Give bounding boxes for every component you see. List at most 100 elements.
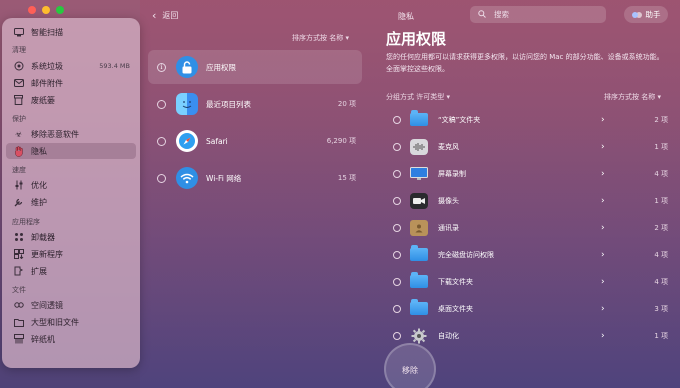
permission-row-microphone[interactable]: 麦克风 › 1 项 bbox=[386, 133, 668, 160]
permission-row-full-disk-access[interactable]: 完全磁盘访问权限 › 4 项 bbox=[386, 241, 668, 268]
screen-recording-icon bbox=[410, 166, 428, 182]
permission-row-documents[interactable]: “文稿”文件夹 › 2 项 bbox=[386, 106, 668, 133]
zoom-window-button[interactable] bbox=[56, 6, 64, 14]
chevron-right-icon[interactable]: › bbox=[601, 331, 605, 341]
checkbox[interactable] bbox=[393, 196, 401, 205]
sidebar-item-trash[interactable]: 废纸篓 bbox=[6, 92, 136, 108]
sidebar-item-mail-attachments[interactable]: 邮件附件 bbox=[6, 75, 136, 91]
chevron-right-icon[interactable]: › bbox=[601, 223, 605, 233]
checkbox[interactable] bbox=[393, 169, 401, 178]
list-item-app-permissions[interactable]: i 应用权限 bbox=[148, 50, 362, 84]
checkbox[interactable] bbox=[393, 223, 401, 232]
space-lens-icon bbox=[13, 300, 24, 311]
sidebar-item-optimization[interactable]: 优化 bbox=[6, 177, 136, 193]
info-icon[interactable]: i bbox=[157, 62, 166, 72]
checkbox[interactable] bbox=[393, 250, 401, 259]
wifi-icon bbox=[176, 167, 198, 189]
permission-row-downloads[interactable]: 下载文件夹 › 4 项 bbox=[386, 268, 668, 295]
sidebar-item-shredder[interactable]: 碎纸机 bbox=[6, 331, 136, 347]
right-sort-dropdown[interactable]: 排序方式按 名称 ▾ bbox=[604, 92, 661, 102]
checkbox[interactable] bbox=[393, 331, 401, 340]
sidebar-item-smart-scan[interactable]: 智能扫描 bbox=[6, 24, 136, 40]
mail-icon bbox=[13, 78, 24, 89]
chevron-right-icon[interactable]: › bbox=[601, 277, 605, 287]
checkbox[interactable] bbox=[393, 304, 401, 313]
sidebar-item-maintenance[interactable]: 维护 bbox=[6, 194, 136, 210]
sidebar-item-label: 废纸篓 bbox=[31, 95, 55, 105]
middle-sort-dropdown[interactable]: 排序方式按 名称 ▾ bbox=[292, 33, 349, 43]
chevron-right-icon[interactable]: › bbox=[601, 250, 605, 260]
bin-icon bbox=[13, 95, 24, 106]
sidebar-item-malware-removal[interactable]: ☣ 移除恶意软件 bbox=[6, 126, 136, 142]
checkbox[interactable] bbox=[393, 277, 401, 286]
sidebar-section-speed: 速度 bbox=[12, 166, 26, 174]
monitor-icon bbox=[13, 27, 24, 38]
permission-row-contacts[interactable]: 通讯录 › 2 项 bbox=[386, 214, 668, 241]
permission-label: 通讯录 bbox=[438, 223, 459, 232]
chevron-right-icon[interactable]: › bbox=[601, 142, 605, 152]
finder-icon bbox=[176, 93, 198, 115]
list-item-count: 6,290 项 bbox=[326, 137, 356, 145]
list-item-wifi[interactable]: Wi-Fi 网络 15 项 bbox=[148, 161, 362, 195]
sidebar-item-privacy[interactable]: 隐私 bbox=[6, 143, 136, 159]
checkbox[interactable] bbox=[157, 173, 166, 183]
list-item-count: 20 项 bbox=[337, 100, 356, 108]
sidebar-item-large-old-files[interactable]: 大型和旧文件 bbox=[6, 314, 136, 330]
search-placeholder: 搜索 bbox=[494, 10, 509, 19]
sidebar-item-space-lens[interactable]: 空间透镜 bbox=[6, 297, 136, 313]
list-item-safari[interactable]: Safari 6,290 项 bbox=[148, 124, 362, 158]
permission-row-automation[interactable]: 自动化 › 1 项 bbox=[386, 322, 668, 349]
permission-label: 桌面文件夹 bbox=[438, 304, 473, 313]
chevron-right-icon[interactable]: › bbox=[601, 304, 605, 314]
checkbox[interactable] bbox=[393, 142, 401, 151]
minimize-window-button[interactable] bbox=[42, 6, 50, 14]
camera-icon bbox=[410, 192, 428, 209]
extensions-icon bbox=[13, 266, 24, 277]
close-window-button[interactable] bbox=[28, 6, 36, 14]
sidebar-item-extensions[interactable]: 扩展 bbox=[6, 263, 136, 279]
window-controls bbox=[28, 6, 64, 14]
uninstaller-icon bbox=[13, 232, 24, 243]
list-item-recent-items[interactable]: 最近项目列表 20 项 bbox=[148, 87, 362, 121]
folder-icon bbox=[410, 272, 428, 290]
sidebar-section-protection: 保护 bbox=[12, 115, 26, 123]
sidebar-item-label: 扩展 bbox=[31, 266, 47, 276]
sidebar-section-cleanup: 清理 bbox=[12, 46, 26, 54]
assistant-button[interactable]: 助手 bbox=[624, 6, 668, 23]
system-junk-size: 593.4 MB bbox=[99, 62, 130, 70]
back-label: 返回 bbox=[162, 11, 179, 20]
list-item-count: 15 项 bbox=[337, 174, 356, 182]
list-item-label: Wi-Fi 网络 bbox=[206, 173, 242, 183]
permission-row-desktop[interactable]: 桌面文件夹 › 3 项 bbox=[386, 295, 668, 322]
search-input[interactable]: 搜索 bbox=[470, 6, 606, 23]
wrench-icon bbox=[13, 197, 24, 208]
chevron-right-icon[interactable]: › bbox=[601, 169, 605, 179]
sidebar-item-uninstaller[interactable]: 卸载器 bbox=[6, 229, 136, 245]
sidebar-item-label: 智能扫描 bbox=[31, 27, 63, 37]
biohazard-icon: ☣ bbox=[14, 129, 23, 139]
chevron-right-icon[interactable]: › bbox=[601, 196, 605, 206]
permission-label: “文稿”文件夹 bbox=[438, 115, 481, 124]
remove-label: 移除 bbox=[402, 366, 418, 375]
group-by-dropdown[interactable]: 分组方式 许可类型 ▾ bbox=[386, 92, 450, 102]
permission-label: 摄像头 bbox=[438, 196, 459, 205]
search-icon bbox=[478, 9, 486, 20]
sidebar-item-updater[interactable]: 更新程序 bbox=[6, 246, 136, 262]
permission-row-camera[interactable]: 摄像头 › 1 项 bbox=[386, 187, 668, 214]
updater-icon bbox=[13, 249, 24, 260]
permission-count: 4 项 bbox=[654, 250, 668, 259]
permission-count: 2 项 bbox=[654, 115, 668, 124]
remove-button[interactable]: 移除 bbox=[384, 343, 436, 388]
permission-label: 屏幕录制 bbox=[438, 169, 466, 178]
sidebar-item-system-junk[interactable]: 系统垃圾 593.4 MB bbox=[6, 58, 136, 74]
checkbox[interactable] bbox=[157, 99, 166, 109]
checkbox[interactable] bbox=[157, 136, 166, 146]
assistant-label: 助手 bbox=[645, 10, 661, 19]
sidebar-item-label: 维护 bbox=[31, 197, 47, 207]
sidebar-item-label: 更新程序 bbox=[31, 249, 63, 259]
checkbox[interactable] bbox=[393, 115, 401, 124]
app-window: 智能扫描 清理 系统垃圾 593.4 MB 邮件附件 废纸篓 保护 ☣ 移除恶意… bbox=[0, 0, 680, 388]
permission-row-screen-recording[interactable]: 屏幕录制 › 4 项 bbox=[386, 160, 668, 187]
back-button[interactable]: ‹ 返回 bbox=[152, 9, 178, 22]
chevron-right-icon[interactable]: › bbox=[601, 115, 605, 125]
